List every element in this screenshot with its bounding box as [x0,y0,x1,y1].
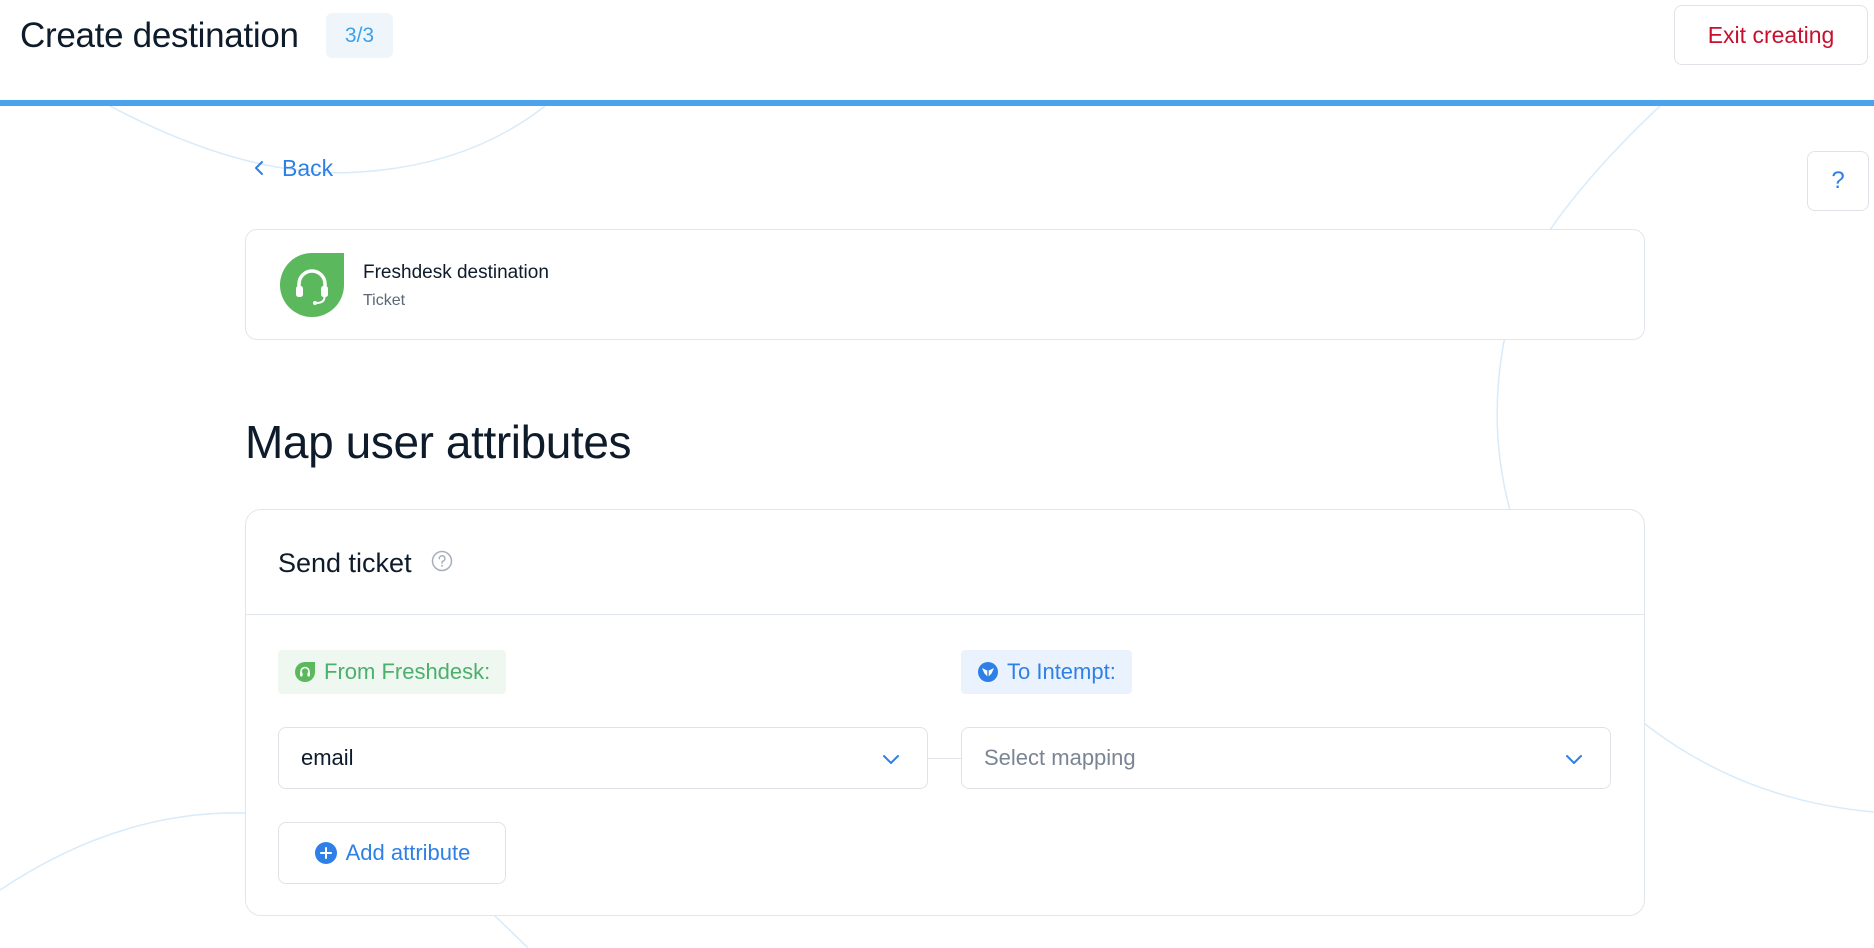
to-mapping-select[interactable]: Select mapping [961,727,1611,789]
destination-name: Freshdesk destination [363,262,549,283]
chevron-down-icon [1566,755,1582,764]
chevron-down-icon [883,755,899,764]
back-link[interactable]: Back [250,150,333,186]
mapping-card: Send ticket From Freshdesk: To Intempt: … [245,509,1645,916]
from-attribute-value: email [301,745,354,770]
intempt-icon [978,662,998,682]
from-freshdesk-tag: From Freshdesk: [278,650,507,694]
add-attribute-button[interactable]: Add attribute [278,822,506,884]
from-attribute-select[interactable]: email [278,727,928,789]
to-intempt-label: To Intempt: [1007,659,1116,684]
back-label: Back [282,154,334,181]
to-intempt-tag: To Intempt: [961,650,1132,694]
plus-circle-icon [314,842,337,864]
destination-card: Freshdesk destination Ticket [245,229,1645,340]
add-attribute-label: Add attribute [345,840,471,865]
destination-type: Ticket [363,292,406,309]
from-freshdesk-label: From Freshdesk: [324,659,491,684]
mapping-card-title: Send ticket [278,548,412,578]
step-badge: 3/3 [326,13,393,58]
mapping-connector [928,758,961,759]
page-title: Create destination [20,16,299,55]
section-title: Map user attributes [245,416,632,468]
progress-bar [0,100,1874,106]
freshdesk-icon [295,662,315,682]
mapping-card-header: Send ticket [246,510,1644,615]
headset-icon [280,253,344,317]
to-mapping-placeholder: Select mapping [984,745,1136,770]
top-bar: Create destination 3/3 Exit creating [0,0,1874,101]
help-button[interactable]: ? [1807,151,1869,211]
exit-creating-button[interactable]: Exit creating [1674,5,1868,65]
chevron-left-icon [255,161,263,175]
question-circle-icon[interactable] [431,550,453,572]
